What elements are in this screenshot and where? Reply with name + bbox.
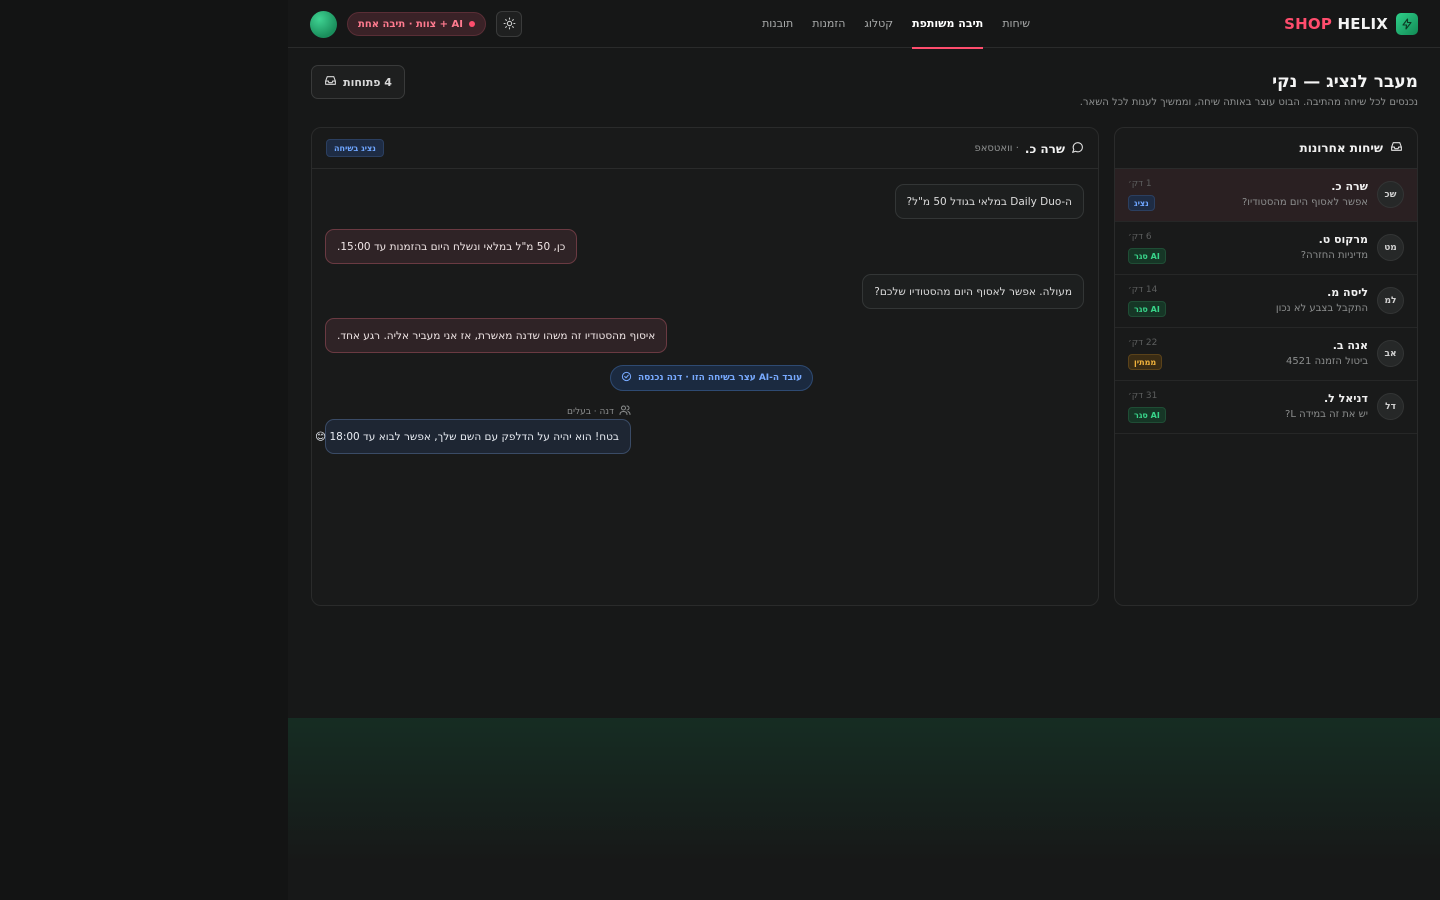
avatar: שכ [1377, 181, 1404, 208]
recent-conversations-title: שיחות אחרונות [1299, 141, 1383, 155]
chat-header: שרה כ. · וואטסאפ נציג בשיחה [312, 128, 1098, 169]
conversation-name: אנה ב. [1332, 339, 1368, 352]
header-controls: AI + צוות · תיבה אחת [310, 10, 523, 38]
chat-bubble-icon [1071, 139, 1084, 158]
chat-channel: · וואטסאפ [974, 143, 1019, 154]
bolt-icon [1396, 13, 1418, 35]
conversation-time: 6 דק׳ [1128, 232, 1152, 242]
status-badge: AI סגר [1128, 301, 1166, 317]
status-badge: AI סגר [1128, 248, 1166, 264]
inbox-icon [324, 74, 337, 90]
chat-panel: שרה כ. · וואטסאפ נציג בשיחה ה-Daily Duo … [311, 127, 1099, 606]
conversation-item[interactable]: מט מרקוס ט. מדיניות החזרה? 6 דק׳ AI סגר [1115, 222, 1417, 275]
conversation-name: שרה כ. [1331, 180, 1368, 193]
open-conversations-button[interactable]: 4 פתוחות [311, 65, 405, 99]
chat-customer-name: שרה כ. [1024, 141, 1065, 156]
nav-insights[interactable]: תובנות [762, 0, 793, 48]
status-dot-icon [469, 21, 476, 27]
avatar: מט [1377, 234, 1404, 261]
status-badge: AI סגר [1128, 407, 1166, 423]
agent-icon [619, 404, 631, 419]
conversation-preview: התקבל בצבע לא נכון [1275, 303, 1368, 314]
mode-pill[interactable]: AI + צוות · תיבה אחת [347, 12, 487, 36]
message-outgoing: כן, 50 מ"ל במלאי ונשלח היום בהזמנות עד 1… [325, 229, 578, 264]
message-incoming: ה-Daily Duo במלאי בגודל 50 מ"ל? [894, 184, 1084, 219]
conversation-preview: אפשר לאסוף היום מהסטודיו? [1241, 197, 1368, 208]
status-badge: נציג [1128, 195, 1155, 211]
page-title: מעבר לנציג — נקי [1272, 72, 1418, 92]
conversation-preview: מדיניות החזרה? [1300, 250, 1368, 261]
conversation-time: 31 דק׳ [1128, 391, 1158, 401]
shield-check-icon [621, 371, 632, 385]
message-agent: בטח! הוא יהיה על הדלפק עם השם שלך, אפשר … [315, 419, 631, 454]
conversation-item[interactable]: אב אנה ב. ביטול הזמנה 4521 22 דק׳ ממתין [1115, 328, 1417, 381]
brand-logo[interactable]: SHOP HELIX [1284, 12, 1418, 36]
status-badge: ממתין [1128, 354, 1163, 370]
conversation-time: 1 דק׳ [1128, 179, 1152, 189]
brand-name: SHOP HELIX [1284, 15, 1388, 33]
recent-conversations-panel: שיחות אחרונות שכ שרה כ. אפשר לאסוף היום … [1114, 127, 1418, 606]
conversation-preview: יש את זה במידה L? [1285, 409, 1368, 420]
theme-toggle-button[interactable] [496, 11, 523, 37]
top-bar: SHOP HELIX שיחות תיבה משותפת קטלוג הזמנו… [288, 0, 1440, 49]
nav-catalog[interactable]: קטלוג [864, 0, 893, 48]
conversation-time: 14 דק׳ [1128, 285, 1158, 295]
system-notice-text: עובד ה-AI עצר בשיחה הזו · דנה נכנסה [638, 373, 803, 383]
open-count-label: 4 פתוחות [343, 75, 392, 89]
nav-shared-inbox[interactable]: תיבה משותפת [912, 0, 984, 49]
agent-label: דנה · בעלים [567, 404, 631, 419]
nav-orders[interactable]: הזמנות [812, 0, 845, 48]
avatar: אב [1377, 340, 1404, 367]
app-window: SHOP HELIX שיחות תיבה משותפת קטלוג הזמנו… [288, 0, 1440, 900]
avatar: למ [1377, 287, 1404, 314]
conversation-item[interactable]: דל דניאל ל. יש את זה במידה L? 31 דק׳ AI … [1115, 381, 1417, 434]
conversation-item[interactable]: שכ שרה כ. אפשר לאסוף היום מהסטודיו? 1 דק… [1115, 169, 1417, 222]
mode-label: AI + צוות · תיבה אחת [358, 18, 464, 30]
conversation-preview: ביטול הזמנה 4521 [1285, 356, 1368, 367]
page-subtitle: נכנסים לכל שיחה מהתיבה. הבוט עוצר באותה … [1079, 97, 1418, 108]
user-avatar[interactable] [310, 10, 337, 38]
message-incoming: מעולה. אפשר לאסוף היום מהסטודיו שלכם? [862, 274, 1084, 309]
avatar: דל [1377, 393, 1404, 420]
main-nav: שיחות תיבה משותפת קטלוג הזמנות תובנות [762, 0, 1030, 49]
nav-conversations[interactable]: שיחות [1002, 0, 1030, 48]
inbox-icon [1390, 140, 1403, 156]
recent-conversations-header: שיחות אחרונות [1115, 128, 1417, 169]
conversation-time: 22 דק׳ [1128, 338, 1158, 348]
sun-icon [503, 15, 516, 34]
system-handoff-notice: עובד ה-AI עצר בשיחה הזו · דנה נכנסה [610, 365, 814, 391]
chat-customer: שרה כ. · וואטסאפ [974, 128, 1084, 169]
chat-status-badge: נציג בשיחה [326, 139, 384, 157]
agent-name: דנה · בעלים [567, 406, 614, 417]
message-outgoing: איסוף מהסטודיו זה משהו שדנה מאשרת, אז אנ… [325, 318, 668, 353]
conversation-name: דניאל ל. [1323, 392, 1368, 405]
conversation-item[interactable]: למ ליסה מ. התקבל בצבע לא נכון 14 דק׳ AI … [1115, 275, 1417, 328]
conversation-name: מרקוס ט. [1318, 233, 1368, 246]
conversation-name: ליסה מ. [1327, 286, 1368, 299]
